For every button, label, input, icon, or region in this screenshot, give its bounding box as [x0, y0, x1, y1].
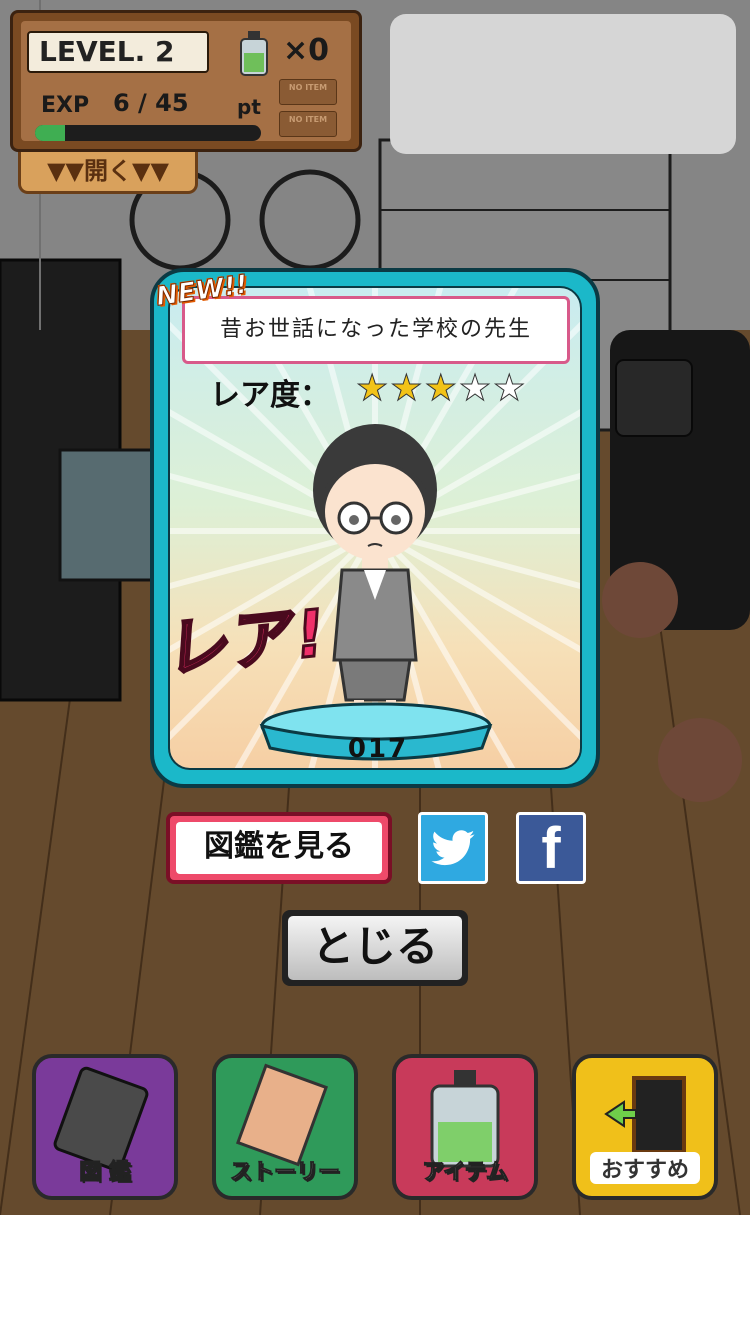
rarity-stars: ★★★★★ — [355, 368, 528, 410]
star-filled-icon: ★ — [355, 368, 391, 410]
menu-encyclopedia-label: 図 鑑 — [79, 1160, 132, 1186]
level-display: LEVEL. 2 — [27, 31, 209, 73]
ad-banner[interactable] — [390, 14, 736, 154]
close-button[interactable]: とじる — [282, 910, 468, 986]
character-name: 昔お世話になった学校の先生 — [182, 296, 570, 364]
menu-story-button[interactable]: ストーリー — [212, 1054, 358, 1200]
star-empty-icon: ★ — [458, 368, 494, 410]
star-filled-icon: ★ — [390, 368, 425, 410]
rare-banner: レア! — [164, 595, 329, 689]
menu-item-button[interactable]: アイテム — [392, 1054, 538, 1200]
view-encyclopedia-label: 図鑑を見る — [176, 822, 382, 874]
exp-label: EXP — [41, 93, 90, 118]
view-encyclopedia-button[interactable]: 図鑑を見る — [166, 812, 392, 884]
item-slot-2[interactable]: NO ITEM — [279, 111, 337, 137]
twitter-share-button[interactable] — [418, 812, 488, 884]
character-illustration — [313, 424, 437, 729]
bottom-blank-area — [0, 1215, 750, 1334]
menu-encyclopedia-button[interactable]: 図 鑑 — [32, 1054, 178, 1200]
exp-unit: pt — [237, 95, 261, 119]
status-panel: LEVEL. 2 ×0 EXP 6 / 45 pt NO ITEM NO ITE… — [10, 10, 362, 152]
bottle-icon — [240, 31, 268, 76]
star-empty-icon: ★ — [493, 368, 528, 410]
exp-progress-bar — [35, 125, 261, 141]
open-tab-button[interactable]: ▼▼開く▼▼ — [18, 152, 198, 194]
close-button-label: とじる — [288, 916, 462, 980]
exp-progress-fill — [35, 125, 66, 141]
item-count: ×0 — [283, 33, 330, 68]
game-scene: LEVEL. 2 ×0 EXP 6 / 45 pt NO ITEM NO ITE… — [0, 0, 750, 1215]
menu-item-label: アイテム — [422, 1160, 509, 1186]
exp-value: 6 / 45 — [113, 89, 189, 117]
menu-recommend-button[interactable]: おすすめ — [572, 1054, 718, 1200]
menu-story-label: ストーリー — [229, 1160, 340, 1186]
facebook-icon: f — [541, 815, 561, 881]
star-filled-icon: ★ — [424, 368, 459, 410]
twitter-icon — [431, 830, 475, 866]
character-number: 017 — [347, 734, 409, 764]
menu-recommend-label: おすすめ — [590, 1152, 700, 1184]
item-slot-1[interactable]: NO ITEM — [279, 79, 337, 105]
rarity-label: レア度： — [210, 378, 330, 413]
facebook-share-button[interactable]: f — [516, 812, 586, 884]
